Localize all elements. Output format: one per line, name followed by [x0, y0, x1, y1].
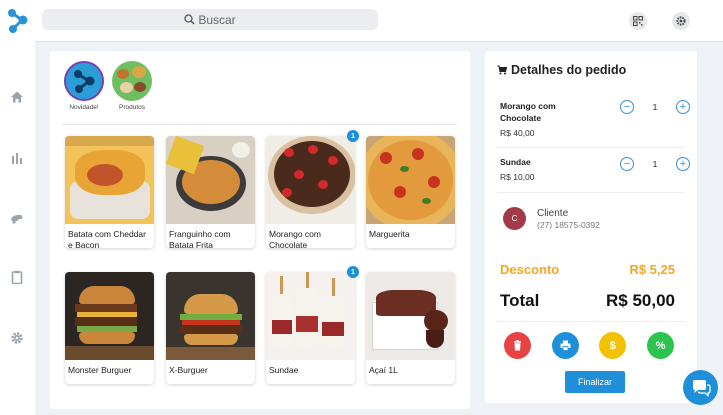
settings-button[interactable]: [672, 12, 690, 30]
product-card-marguerita[interactable]: Marguerita: [366, 136, 455, 248]
print-button[interactable]: [551, 332, 579, 359]
category-novidade[interactable]: Novidade!: [62, 61, 106, 111]
product-image: [166, 136, 255, 224]
qr-code-button[interactable]: [629, 12, 647, 30]
gear-icon: [676, 16, 686, 26]
category-produtos[interactable]: Produtos: [110, 61, 154, 111]
product-name: Franguinho com Batata Frita: [169, 229, 231, 250]
product-image: [366, 136, 455, 224]
category-label: Novidade!: [69, 104, 99, 111]
order-item-name: Sundae: [500, 157, 531, 167]
delivery-icon[interactable]: [10, 211, 24, 225]
category-novidade-thumb: [64, 61, 104, 101]
divider: [497, 192, 685, 193]
decrease-button[interactable]: −: [620, 100, 634, 114]
settings-icon[interactable]: [10, 331, 24, 345]
brand-logo-icon: [74, 70, 95, 93]
product-image: [266, 136, 355, 224]
product-card-acai[interactable]: Açaí 1L: [366, 272, 455, 384]
decrease-button[interactable]: −: [620, 157, 634, 171]
product-name: Marguerita: [369, 229, 410, 239]
order-title-text: Detalhes do pedido: [511, 63, 627, 77]
product-image: [166, 272, 255, 360]
clipboard-icon[interactable]: [10, 270, 24, 284]
products-panel: Novidade! Produtos Batata com Cheddar e …: [50, 51, 470, 409]
order-title: Detalhes do pedido: [497, 63, 626, 77]
total-value: R$ 50,00: [606, 291, 675, 310]
topbar: Buscar: [35, 0, 723, 42]
divider: [62, 124, 457, 125]
sidebar: [0, 0, 35, 415]
dollar-icon: $: [609, 339, 616, 352]
client-info[interactable]: C Cliente (27) 18575-0392: [503, 207, 600, 230]
quantity-badge: 1: [347, 266, 359, 278]
printer-icon: [560, 340, 571, 351]
order-item-price: R$ 10,00: [500, 172, 535, 182]
quantity-badge: 1: [347, 130, 359, 142]
cart-icon: [497, 65, 507, 75]
chat-icon: [692, 379, 711, 397]
product-card-monster-burguer[interactable]: Monster Burguer: [65, 272, 154, 384]
client-name: Cliente: [537, 207, 569, 219]
discount-button[interactable]: %: [646, 332, 674, 359]
product-name: Monster Burguer: [68, 365, 132, 375]
product-card-sundae[interactable]: Sundae 1: [266, 266, 359, 384]
order-panel: Detalhes do pedido Morango com Chocolate…: [485, 51, 697, 403]
home-icon[interactable]: [10, 90, 24, 104]
product-image: [266, 272, 355, 360]
quantity-value: 1: [652, 102, 658, 112]
product-name: Sundae: [269, 365, 299, 375]
product-image: [65, 272, 154, 360]
payment-button[interactable]: $: [599, 332, 627, 359]
category-produtos-thumb: [112, 61, 152, 101]
order-item: Morango com Chocolate R$ 40,00 − 1 +: [500, 100, 690, 138]
percent-icon: %: [655, 339, 666, 352]
finish-button[interactable]: Finalizar: [565, 371, 625, 393]
total-label: Total: [500, 291, 540, 310]
action-buttons: $ %: [504, 332, 674, 359]
divider: [497, 321, 685, 322]
increase-button[interactable]: +: [676, 157, 690, 171]
divider: [497, 147, 685, 148]
trash-icon: [514, 340, 521, 351]
total-row: Total R$ 50,00: [500, 291, 675, 311]
chat-button[interactable]: [683, 370, 718, 405]
logo-icon[interactable]: [6, 7, 30, 35]
product-image: [65, 136, 154, 224]
order-item-name: Morango com Chocolate: [500, 101, 556, 123]
avatar: C: [503, 207, 526, 230]
product-name: X-Burguer: [169, 365, 208, 375]
product-card-morango[interactable]: Morango com Chocolate 1: [266, 130, 359, 250]
delete-button[interactable]: [504, 332, 531, 359]
product-card-franguinho[interactable]: Franguinho com Batata Frita: [166, 136, 255, 250]
quantity-stepper: − 1 +: [620, 100, 690, 114]
category-label: Produtos: [118, 104, 146, 111]
increase-button[interactable]: +: [676, 100, 690, 114]
reports-icon[interactable]: [10, 151, 24, 165]
product-image: [366, 272, 455, 360]
quantity-stepper: − 1 +: [620, 157, 690, 171]
product-name: Batata com Cheddar e Bacon: [68, 229, 146, 250]
discount-label: Desconto: [500, 262, 560, 277]
discount-value: R$ 5,25: [629, 262, 675, 277]
search-input[interactable]: Buscar: [42, 9, 378, 30]
order-item: Sundae R$ 10,00 − 1 +: [500, 156, 690, 182]
product-name: Morango com Chocolate: [269, 229, 321, 250]
client-phone: (27) 18575-0392: [537, 219, 600, 230]
search-icon: [184, 14, 195, 25]
discount-row: Desconto R$ 5,25: [500, 262, 675, 277]
product-card-batata[interactable]: Batata com Cheddar e Bacon: [65, 136, 154, 250]
search-placeholder: Buscar: [198, 12, 236, 27]
product-name: Açaí 1L: [369, 365, 398, 375]
order-item-price: R$ 40,00: [500, 128, 535, 138]
qr-code-icon: [633, 16, 643, 26]
product-card-x-burguer[interactable]: X-Burguer: [166, 272, 255, 384]
quantity-value: 1: [652, 159, 658, 169]
